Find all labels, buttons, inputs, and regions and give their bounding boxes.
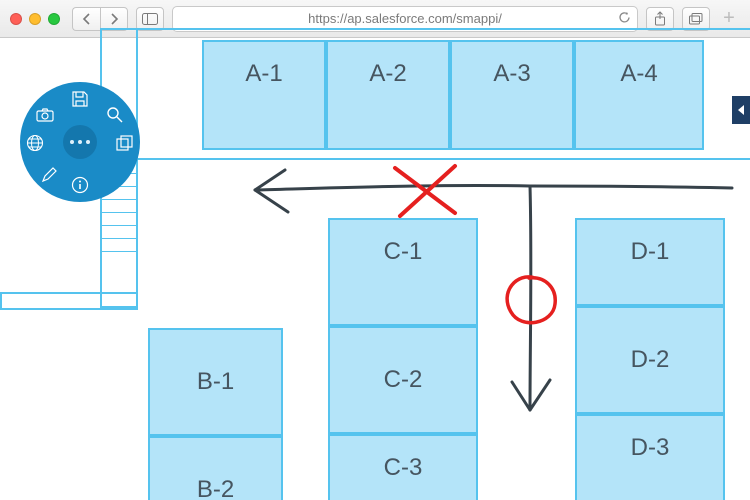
grid-line — [102, 212, 136, 213]
reload-button[interactable] — [618, 11, 631, 27]
camera-icon[interactable] — [34, 104, 56, 126]
url-text: https://ap.salesforce.com/smappi/ — [308, 11, 502, 26]
room-a1[interactable]: A-1 — [202, 40, 326, 150]
arrowhead-left-icon — [255, 170, 288, 212]
nav-buttons — [72, 7, 128, 31]
side-panel-toggle[interactable] — [732, 96, 750, 124]
room-label: D-2 — [631, 346, 670, 374]
radial-menu-toggle[interactable] — [63, 125, 97, 159]
floorplan-canvas[interactable]: A-1 A-2 A-3 A-4 B-1 B-2 C-1 C-2 C-3 D-1 … — [0, 38, 750, 500]
chevron-left-icon — [82, 13, 91, 25]
room-label: C-1 — [384, 238, 423, 266]
room-d1[interactable]: D-1 — [575, 218, 725, 306]
room-b2[interactable]: B-2 — [148, 436, 283, 500]
room-d2[interactable]: D-2 — [575, 306, 725, 414]
room-label: C-3 — [384, 454, 423, 482]
sidebar-toggle-button[interactable] — [136, 7, 164, 31]
room-label: D-3 — [631, 434, 670, 462]
chevron-right-icon — [110, 13, 119, 25]
grid-line — [102, 225, 136, 226]
new-tab-button[interactable]: + — [718, 7, 740, 30]
share-icon — [654, 12, 666, 26]
share-button[interactable] — [646, 7, 674, 31]
info-icon[interactable] — [69, 174, 91, 196]
path-arrow — [530, 186, 732, 188]
tabs-button[interactable] — [682, 7, 710, 31]
grid-line — [102, 199, 136, 200]
room-a3[interactable]: A-3 — [450, 40, 574, 150]
forward-button[interactable] — [100, 7, 128, 31]
corridor-outline-bottom — [0, 292, 138, 310]
close-window-button[interactable] — [10, 13, 22, 25]
room-b1[interactable]: B-1 — [148, 328, 283, 436]
radial-menu[interactable] — [20, 82, 140, 202]
reload-icon — [618, 11, 631, 24]
grid-line — [102, 251, 136, 252]
room-label: A-3 — [493, 60, 530, 88]
maximize-window-button[interactable] — [48, 13, 60, 25]
room-c1[interactable]: C-1 — [328, 218, 478, 326]
room-c2[interactable]: C-2 — [328, 326, 478, 434]
window-controls — [10, 13, 60, 25]
mark-circle-icon — [507, 277, 555, 323]
triangle-left-icon — [737, 105, 745, 115]
room-label: C-2 — [384, 366, 423, 394]
room-d3[interactable]: D-3 — [575, 414, 725, 500]
path-arrow — [530, 186, 531, 410]
tabs-icon — [689, 13, 703, 25]
room-label: A-1 — [245, 60, 282, 88]
search-icon[interactable] — [104, 104, 126, 126]
room-c3[interactable]: C-3 — [328, 434, 478, 500]
save-icon[interactable] — [69, 88, 91, 110]
pen-icon[interactable] — [38, 164, 60, 186]
globe-icon[interactable] — [24, 132, 46, 154]
grid-line — [102, 238, 136, 239]
room-label: B-2 — [197, 476, 234, 500]
room-label: A-2 — [369, 60, 406, 88]
path-arrow — [255, 185, 530, 190]
room-a2[interactable]: A-2 — [326, 40, 450, 150]
room-label: A-4 — [620, 60, 657, 88]
sidebar-icon — [142, 13, 158, 25]
minimize-window-button[interactable] — [29, 13, 41, 25]
back-button[interactable] — [72, 7, 100, 31]
arrowhead-down-icon — [512, 380, 550, 410]
room-label: D-1 — [631, 238, 670, 266]
mark-x-icon — [395, 166, 455, 216]
copy-icon[interactable] — [114, 132, 136, 154]
room-label: B-1 — [197, 368, 234, 396]
toolbar-right: + — [646, 7, 740, 31]
room-a4[interactable]: A-4 — [574, 40, 704, 150]
